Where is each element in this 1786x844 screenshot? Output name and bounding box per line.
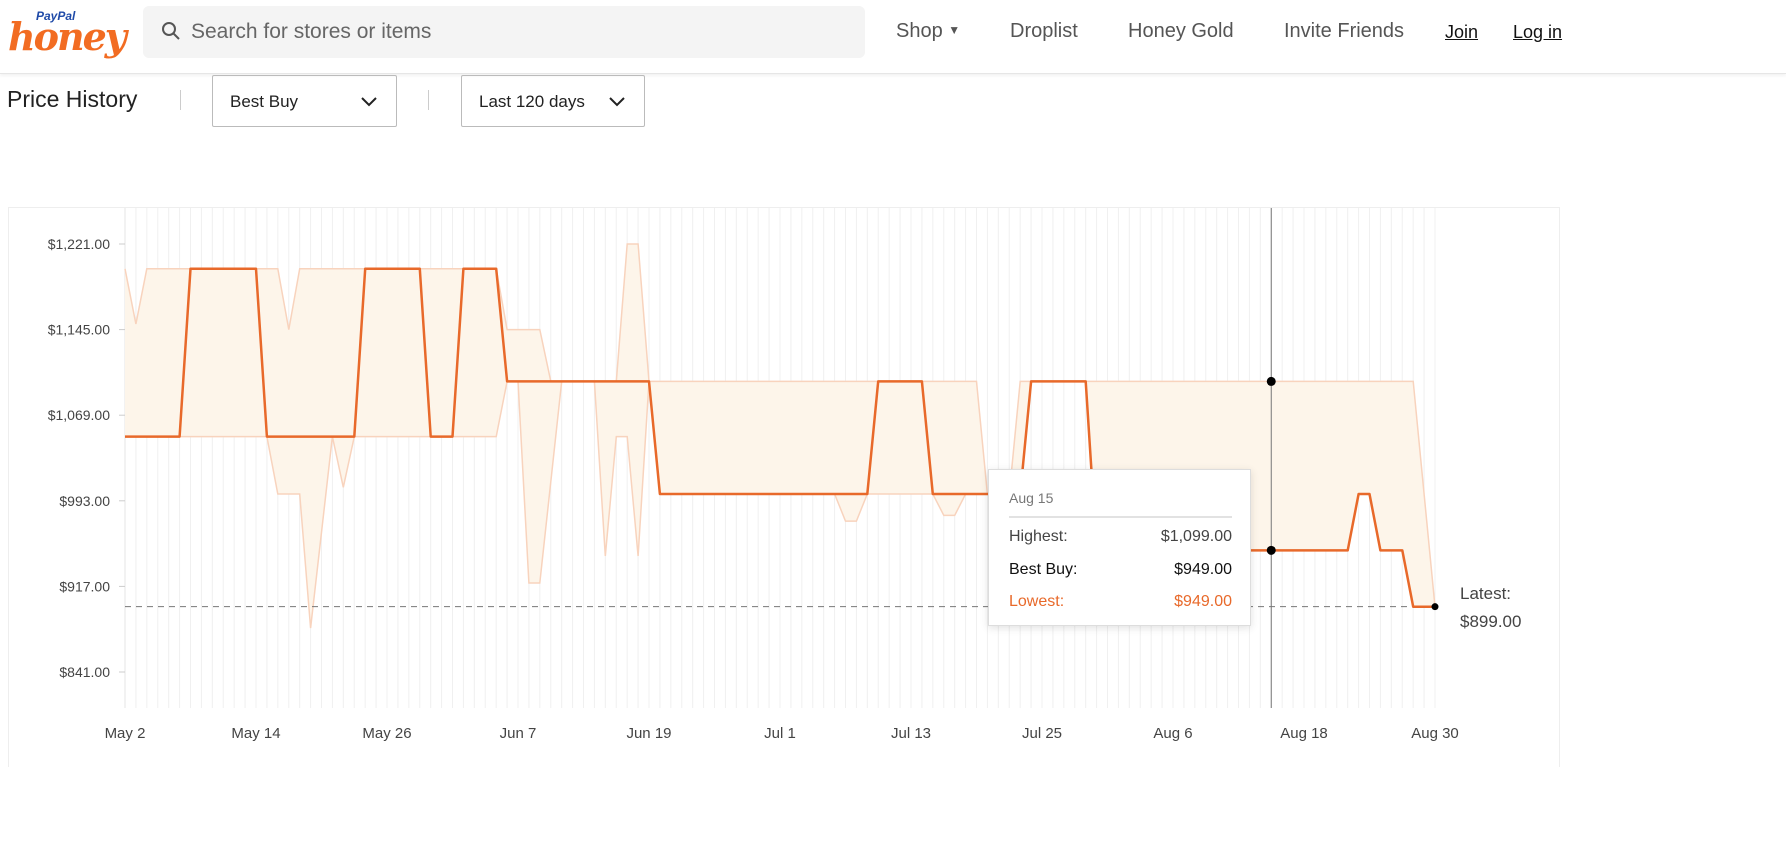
chevron-down-icon — [361, 97, 377, 107]
tooltip-highest-value: $1,099.00 — [1160, 528, 1232, 545]
tooltip-store-row: Best Buy: $949.00 — [1009, 561, 1232, 579]
x-tick-label: Jul 13 — [891, 725, 931, 742]
y-tick-label: $993.00 — [59, 493, 110, 509]
tooltip-store-value: $949.00 — [1174, 561, 1232, 578]
y-tick-label: $1,145.00 — [48, 322, 110, 338]
x-tick-label: May 26 — [362, 725, 411, 742]
caret-down-icon: ▼ — [948, 23, 961, 37]
search-input[interactable] — [191, 6, 841, 58]
store-dropdown-value: Best Buy — [230, 92, 299, 111]
hover-highest-dot — [1266, 376, 1276, 386]
tooltip-store-label: Best Buy: — [1009, 561, 1078, 578]
honey-logo[interactable]: honey PayPal — [6, 6, 127, 60]
range-dropdown-value: Last 120 days — [479, 92, 585, 111]
divider — [180, 90, 181, 110]
store-dropdown[interactable]: Best Buy — [212, 75, 397, 127]
tooltip-highest-row: Highest: $1,099.00 — [1009, 528, 1232, 546]
range-dropdown[interactable]: Last 120 days — [461, 75, 645, 127]
x-tick-label: Jun 19 — [626, 725, 671, 742]
chart-svg[interactable]: $1,221.00 $1,145.00 $1,069.00 $993.00 $917.0… — [9, 208, 1561, 768]
x-tick-label: Aug 30 — [1411, 725, 1459, 742]
nav-invite-friends[interactable]: Invite Friends — [1284, 20, 1404, 43]
nav-droplist[interactable]: Droplist — [1010, 20, 1078, 43]
tooltip-date: Aug 15 — [1009, 490, 1054, 506]
hover-best-buy-dot — [1266, 545, 1276, 555]
x-tick-label: Aug 18 — [1280, 725, 1328, 742]
price-history-chart[interactable]: $1,221.00 $1,145.00 $1,069.00 $993.00 $917.0… — [8, 207, 1560, 767]
page-title: Price History — [7, 86, 138, 112]
y-tick-label: $1,069.00 — [48, 407, 110, 423]
x-tick-label: May 2 — [105, 725, 146, 742]
chevron-down-icon — [609, 97, 625, 107]
latest-value: $899.00 — [1460, 612, 1522, 631]
divider — [428, 90, 429, 110]
login-link[interactable]: Log in — [1513, 22, 1562, 43]
x-tick-label: Jul 1 — [764, 725, 796, 742]
x-tick-label: May 14 — [231, 725, 280, 742]
tooltip-highest-label: Highest: — [1009, 528, 1068, 545]
join-link[interactable]: Join — [1445, 22, 1478, 43]
logo-paypal-text: PayPal — [36, 9, 76, 23]
search-bar[interactable] — [143, 6, 865, 58]
y-tick-label: $917.00 — [59, 578, 110, 594]
y-tick-label: $841.00 — [59, 664, 110, 680]
latest-price-dot — [1431, 603, 1439, 611]
latest-label: Latest: — [1460, 584, 1512, 603]
search-icon — [162, 22, 180, 40]
tooltip-lowest-label: Lowest: — [1009, 593, 1065, 610]
nav-honey-gold[interactable]: Honey Gold — [1128, 20, 1234, 43]
chart-tooltip: Aug 15 Highest: $1,099.00 Best Buy: $949.0… — [988, 469, 1251, 626]
x-tick-label: Jun 7 — [500, 725, 537, 742]
nav-shop-label: Shop — [896, 20, 943, 42]
x-tick-label: Aug 6 — [1153, 725, 1192, 742]
x-tick-label: Jul 25 — [1022, 725, 1062, 742]
tooltip-lowest-value: $949.00 — [1174, 593, 1232, 610]
tooltip-lowest-row: Lowest: $949.00 — [1009, 593, 1232, 611]
nav-shop[interactable]: Shop ▼ — [896, 20, 960, 43]
top-header: honey PayPal Shop ▼ Droplist Honey Gold … — [0, 0, 1786, 74]
y-tick-label: $1,221.00 — [48, 236, 110, 252]
tooltip-divider — [1009, 516, 1232, 518]
